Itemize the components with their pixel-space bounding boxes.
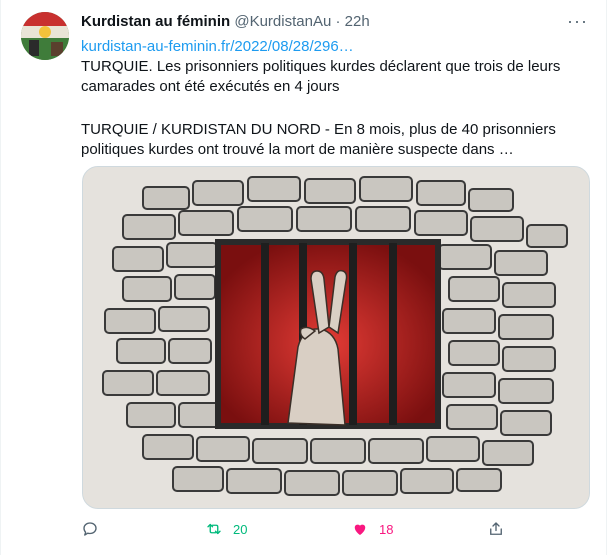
tweet-card[interactable]: Kurdistan au féminin @KurdistanAu · 22h … — [0, 0, 607, 555]
tweet-time[interactable]: 22h — [345, 13, 370, 30]
like-count: 18 — [379, 521, 394, 537]
like-button[interactable]: 18 — [351, 520, 393, 538]
tweet-actions: 20 18 — [81, 520, 581, 540]
retweet-icon — [207, 523, 221, 535]
author-name[interactable]: Kurdistan au féminin — [81, 13, 230, 30]
author-handle[interactable]: @KurdistanAu — [234, 13, 331, 30]
avatar[interactable] — [21, 12, 69, 60]
tweet-header: Kurdistan au féminin @KurdistanAu · 22h — [81, 12, 590, 34]
heart-filled-icon — [354, 524, 366, 535]
retweet-button[interactable]: 20 — [205, 520, 247, 538]
tweet-link[interactable]: kurdistan-au-feminin.fr/2022/08/28/296… — [81, 37, 354, 57]
reply-button[interactable] — [81, 520, 99, 538]
prison-window-illustration — [83, 167, 589, 508]
tweet-text-paragraph-2: TURQUIE / KURDISTAN DU NORD - En 8 mois,… — [81, 121, 556, 158]
retweet-count: 20 — [233, 521, 248, 537]
separator-dot: · — [335, 13, 341, 30]
share-icon — [490, 522, 502, 535]
share-button[interactable] — [487, 520, 505, 538]
reply-icon — [83, 522, 97, 536]
tweet-text-paragraph-1: TURQUIE. Les prisonniers politiques kurd… — [81, 58, 561, 95]
more-options-icon[interactable]: ··· — [567, 12, 588, 30]
tweet-media-image[interactable] — [82, 166, 590, 509]
